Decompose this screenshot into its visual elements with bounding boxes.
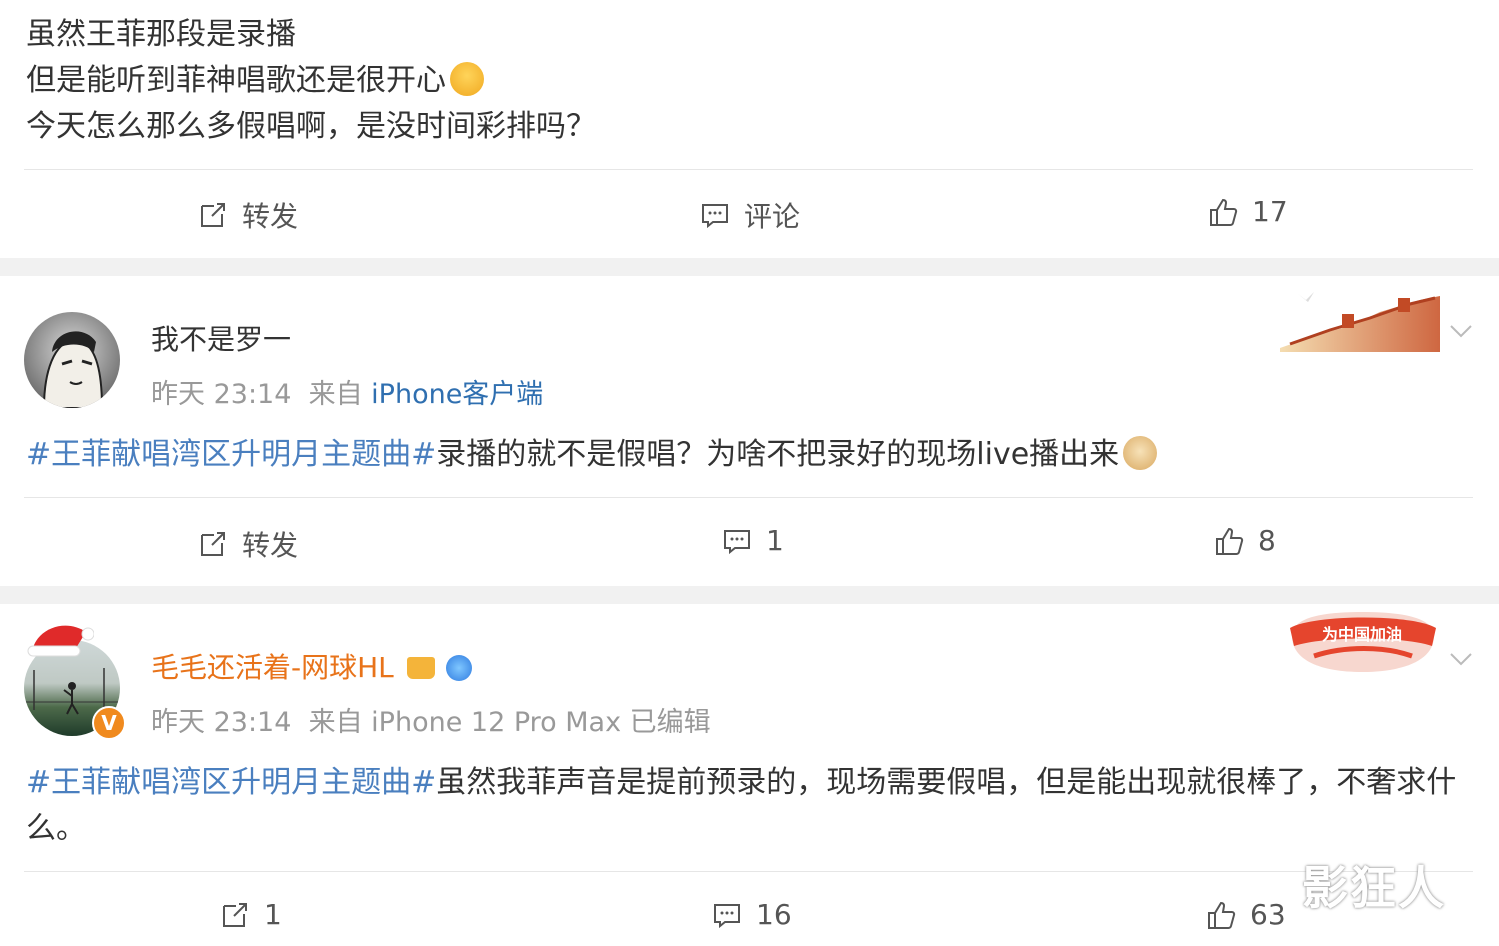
repost-label: 转发 — [242, 200, 299, 233]
post-source[interactable]: iPhone客户端 — [371, 379, 543, 410]
post-meta: 昨天 23:14 来自 iPhone客户端 — [151, 372, 543, 411]
post2-divider — [24, 497, 1473, 498]
cheer-china-badge[interactable]: 为中国加油 — [1284, 606, 1440, 676]
post-time: 昨天 23:14 — [151, 707, 292, 738]
comment-icon — [714, 903, 740, 928]
comment-count: 1 — [766, 524, 784, 557]
avatar[interactable] — [24, 312, 120, 408]
like-count: 17 — [1252, 195, 1288, 228]
crying-emoji-icon — [450, 62, 484, 96]
from-prefix: 来自 — [308, 707, 363, 738]
thumbs-up-icon — [1210, 198, 1238, 226]
great-wall-badge[interactable] — [1280, 286, 1440, 352]
comment-icon — [724, 529, 750, 554]
edited-label: 已编辑 — [629, 707, 711, 738]
post1-line-1: 虽然王菲那段是录播 — [26, 17, 296, 52]
like-count: 63 — [1250, 898, 1286, 931]
post-time: 昨天 23:14 — [151, 379, 292, 410]
comment-label: 评论 — [744, 200, 801, 233]
chevron-down-icon[interactable] — [1448, 646, 1474, 672]
cartoon-face-avatar-image — [42, 331, 104, 408]
santa-hat-icon — [27, 625, 94, 657]
repost-label: 转发 — [242, 529, 299, 562]
post1-line-3: 今天怎么那么多假唱啊，是没时间彩排吗？ — [26, 109, 596, 144]
hashtag-link[interactable]: #王菲献唱湾区升明月主题曲# — [26, 765, 436, 800]
username-text: 毛毛还活着-网球HL — [151, 651, 394, 684]
verified-v-badge-icon: V — [92, 706, 126, 740]
post3-text: #王菲献唱湾区升明月主题曲#虽然我菲声音是提前预录的，现场需要假唱，但是能出现就… — [26, 760, 1476, 852]
post1-repost-button[interactable]: 转发 — [198, 195, 298, 235]
post1-comment-button[interactable]: 评论 — [700, 195, 800, 235]
from-prefix: 来自 — [308, 379, 363, 410]
crown-icon — [406, 657, 435, 679]
feed-separator — [0, 586, 1499, 604]
cheer-badge-image: 为中国加油 — [1290, 612, 1436, 672]
post-source: iPhone 12 Pro Max — [371, 707, 622, 738]
post2-comment-button[interactable]: 1 — [722, 524, 784, 557]
post2-like-button[interactable]: 8 — [1214, 524, 1276, 557]
post3-repost-button[interactable]: 1 — [220, 898, 282, 931]
post2-text: #王菲献唱湾区升明月主题曲#录播的就不是假唱？为啥不把录好的现场live播出来 — [26, 432, 1158, 478]
post-meta: 昨天 23:14 来自 iPhone 12 Pro Max 已编辑 — [151, 700, 711, 739]
thumbs-up-icon — [1216, 527, 1244, 555]
verified-shield-icon — [445, 655, 472, 681]
great-wall-image — [1280, 292, 1440, 352]
post1-text: 虽然王菲那段是录播 但是能听到菲神唱歌还是很开心 今天怎么那么多假唱啊，是没时间… — [26, 12, 596, 150]
username[interactable]: 毛毛还活着-网球HL — [151, 646, 472, 686]
watermark: 影狂人 — [1302, 861, 1446, 915]
post1-divider — [24, 169, 1473, 170]
post3-comment-button[interactable]: 16 — [712, 898, 792, 931]
post3-like-button[interactable]: 63 — [1206, 898, 1286, 931]
thumbs-up-icon — [1208, 901, 1236, 929]
chevron-down-icon[interactable] — [1448, 318, 1474, 344]
repost-count: 1 — [264, 898, 282, 931]
post2-body: 录播的就不是假唱？为啥不把录好的现场live播出来 — [436, 437, 1120, 472]
feed-separator — [0, 258, 1499, 276]
like-count: 8 — [1258, 524, 1276, 557]
repost-icon — [223, 902, 247, 927]
comment-count: 16 — [756, 898, 792, 931]
post1-line-2: 但是能听到菲神唱歌还是很开心 — [26, 58, 596, 104]
repost-icon — [201, 203, 225, 227]
hashtag-link[interactable]: #王菲献唱湾区升明月主题曲# — [26, 437, 436, 472]
post2-repost-button[interactable]: 转发 — [198, 524, 298, 564]
post3-divider — [24, 871, 1473, 872]
comment-icon — [702, 204, 728, 229]
repost-icon — [201, 532, 225, 556]
post1-like-button[interactable]: 17 — [1208, 195, 1288, 228]
badge-text: 为中国加油 — [1322, 625, 1402, 644]
doge-emoji-icon — [1123, 436, 1158, 470]
username[interactable]: 我不是罗一 — [151, 318, 291, 358]
